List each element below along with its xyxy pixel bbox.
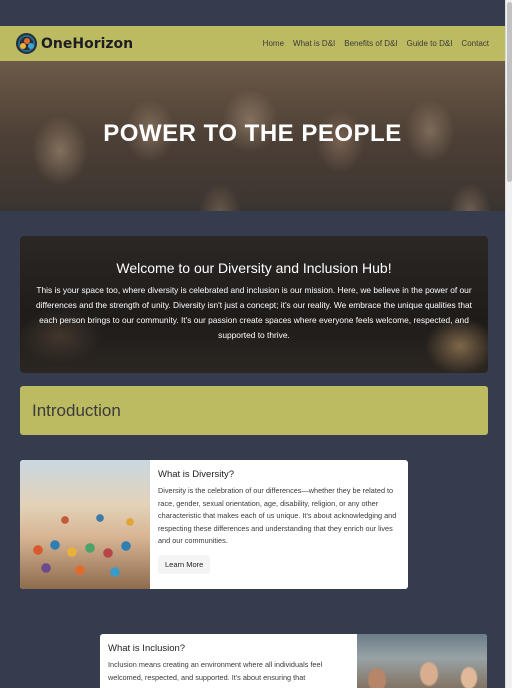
nav-contact[interactable]: Contact <box>461 39 489 48</box>
learn-more-button[interactable]: Learn More <box>158 554 211 574</box>
top-strip <box>0 0 512 26</box>
diversity-card-title: What is Diversity? <box>158 469 235 480</box>
introduction-header: Introduction <box>20 386 488 435</box>
inclusion-card: What is Inclusion? Inclusion means creat… <box>100 634 487 688</box>
nav-links: Home What is D&I Benefits of D&I Guide t… <box>263 39 489 48</box>
diversity-card-text: Diversity is the celebration of our diff… <box>158 486 397 545</box>
nav-guide-to-di[interactable]: Guide to D&I <box>407 39 453 48</box>
diversity-illustration <box>20 460 150 589</box>
scrollbar-thumb[interactable] <box>507 2 512 182</box>
inclusion-card-body: What is Inclusion? Inclusion means creat… <box>100 634 357 688</box>
nav-home[interactable]: Home <box>263 39 284 48</box>
welcome-panel: Welcome to our Diversity and Inclusion H… <box>20 236 488 373</box>
diversity-card-body: What is Diversity? Diversity is the cele… <box>150 460 408 589</box>
navbar: OneHorizon Home What is D&I Benefits of … <box>0 26 505 61</box>
hero-banner: POWER TO THE PEOPLE <box>0 61 505 211</box>
inclusion-card-title: What is Inclusion? <box>108 643 186 654</box>
page-scrollbar[interactable] <box>505 0 512 688</box>
inclusion-card-text: Inclusion means creating an environment … <box>108 660 323 682</box>
globe-people-icon[interactable] <box>16 33 37 54</box>
diversity-card: What is Diversity? Diversity is the cele… <box>20 460 408 589</box>
nav-what-is-di[interactable]: What is D&I <box>293 39 335 48</box>
inclusion-photo <box>357 634 487 688</box>
nav-benefits-of-di[interactable]: Benefits of D&I <box>344 39 397 48</box>
introduction-title: Introduction <box>32 400 121 420</box>
welcome-title: Welcome to our Diversity and Inclusion H… <box>116 260 392 276</box>
welcome-text: This is your space too, where diversity … <box>36 285 472 340</box>
hero-title: POWER TO THE PEOPLE <box>103 120 402 147</box>
brand-name[interactable]: OneHorizon <box>41 36 133 52</box>
